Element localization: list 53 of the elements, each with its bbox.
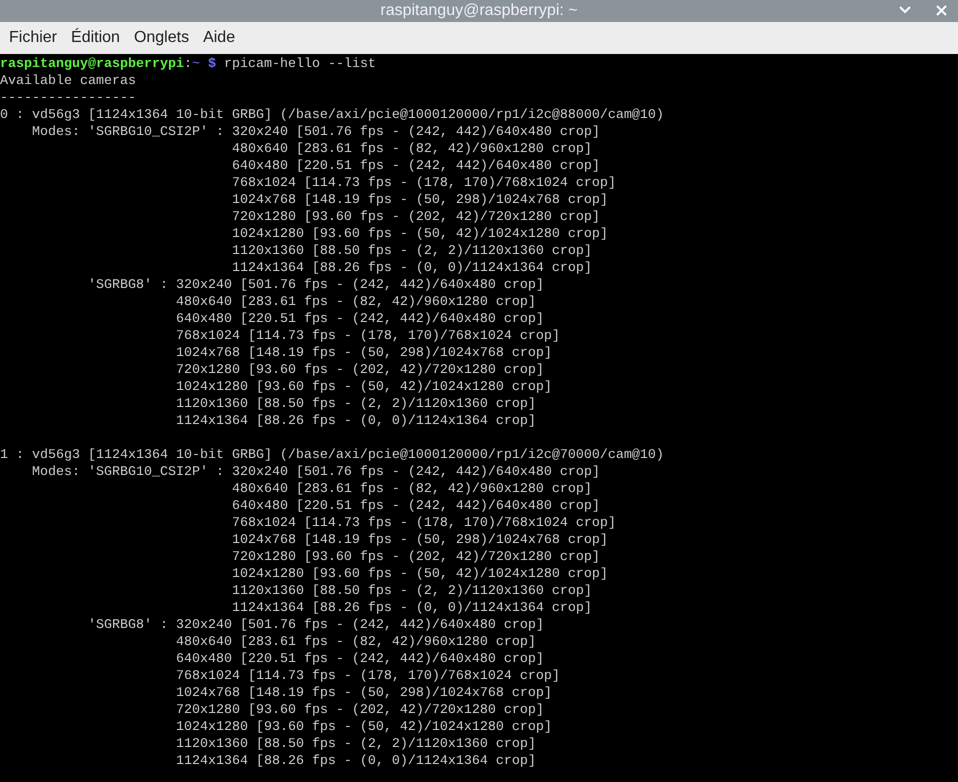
command-text: rpicam-hello --list	[224, 56, 376, 73]
terminal-line: 640x480 [220.51 fps - (242, 442)/640x480 crop]	[176, 312, 544, 327]
terminal-line: 720x1280 [93.60 fps - (202, 42)/720x1280 crop]	[176, 703, 544, 718]
terminal-line: 1024x768 [148.19 fps - (50, 298)/1024x768 crop]	[232, 193, 608, 208]
terminal-line: 768x1024 [114.73 fps - (178, 170)/768x1024 crop]	[176, 329, 560, 344]
terminal-line: 768x1024 [114.73 fps - (178, 170)/768x1024 crop]	[176, 669, 560, 684]
terminal-line: 1 : vd56g3 [1124x1364 10-bit GRBG] (/base/axi/pcie@1000120000/rp1/i2c@70000/cam@10)	[0, 448, 664, 463]
terminal-line: 1120x1360 [88.50 fps - (2, 2)/1120x1360 crop]	[176, 737, 536, 752]
terminal-line: 720x1280 [93.60 fps - (202, 42)/720x1280 crop]	[232, 210, 600, 225]
terminal-line: 768x1024 [114.73 fps - (178, 170)/768x1024 crop]	[232, 176, 616, 191]
close-icon	[936, 4, 946, 16]
terminal-line: 0 : vd56g3 [1124x1364 10-bit GRBG] (/base/axi/pcie@1000120000/rp1/i2c@88000/cam@10)	[0, 108, 664, 123]
terminal-line: 640x480 [220.51 fps - (242, 442)/640x480 crop]	[232, 159, 600, 174]
terminal-line: 1024x1280 [93.60 fps - (50, 42)/1024x1280 crop]	[232, 227, 608, 242]
window-title: raspitanguy@raspberrypi: ~	[380, 1, 578, 21]
terminal-line: 480x640 [283.61 fps - (82, 42)/960x1280 crop]	[232, 142, 592, 157]
menu-item[interactable]: Onglets	[126, 28, 196, 48]
terminal-line: 1120x1360 [88.50 fps - (2, 2)/1120x1360 crop]	[232, 584, 592, 599]
terminal-line: Available cameras	[0, 74, 136, 89]
terminal-line: 640x480 [220.51 fps - (242, 442)/640x480 crop]	[176, 652, 544, 667]
terminal-line: 1024x768 [148.19 fps - (50, 298)/1024x768 crop]	[176, 346, 552, 361]
terminal-line: 480x640 [283.61 fps - (82, 42)/960x1280 crop]	[232, 482, 592, 497]
prompt-path: ~	[192, 56, 200, 73]
terminal-line: 480x640 [283.61 fps - (82, 42)/960x1280 crop]	[176, 295, 536, 310]
terminal-line: 1120x1360 [88.50 fps - (2, 2)/1120x1360 crop]	[176, 397, 536, 412]
terminal-line: 480x640 [283.61 fps - (82, 42)/960x1280 crop]	[176, 635, 536, 650]
terminal-line: 768x1024 [114.73 fps - (178, 170)/768x1024 crop]	[232, 516, 616, 531]
terminal-line: 1124x1364 [88.26 fps - (0, 0)/1124x1364 crop]	[232, 601, 592, 616]
terminal-line: Modes: 'SGRBG10_CSI2P' : 320x240 [501.76 fps - (242, 442)/640x480 crop]	[32, 125, 600, 140]
terminal-line: 1124x1364 [88.26 fps - (0, 0)/1124x1364 crop]	[176, 414, 536, 429]
terminal-line: 640x480 [220.51 fps - (242, 442)/640x480 crop]	[232, 499, 600, 514]
terminal-line: 1124x1364 [88.26 fps - (0, 0)/1124x1364 crop]	[232, 261, 592, 276]
terminal-line: 1024x1280 [93.60 fps - (50, 42)/1024x1280 crop]	[176, 720, 552, 735]
prompt-symbol: $	[206, 56, 217, 73]
terminal-line: 1124x1364 [88.26 fps - (0, 0)/1124x1364 crop]	[176, 754, 536, 769]
menu-item[interactable]: Fichier	[2, 28, 64, 48]
terminal-line: -----------------	[0, 91, 136, 106]
close-button[interactable]	[934, 3, 948, 17]
terminal-line: 1024x1280 [93.60 fps - (50, 42)/1024x1280 crop]	[232, 567, 608, 582]
chevron-down-icon	[899, 6, 911, 14]
terminal-line: 'SGRBG8' : 320x240 [501.76 fps - (242, 442)/640x480 crop]	[88, 618, 544, 633]
terminal-line: 'SGRBG8' : 320x240 [501.76 fps - (242, 442)/640x480 crop]	[88, 278, 544, 293]
terminal-line: 720x1280 [93.60 fps - (202, 42)/720x1280 crop]	[232, 550, 600, 565]
terminal-line: Modes: 'SGRBG10_CSI2P' : 320x240 [501.76 fps - (242, 442)/640x480 crop]	[32, 465, 600, 480]
terminal-line: 1024x768 [148.19 fps - (50, 298)/1024x768 crop]	[232, 533, 608, 548]
terminal-line: 1120x1360 [88.50 fps - (2, 2)/1120x1360 crop]	[232, 244, 592, 259]
menu-item[interactable]: Aide	[196, 28, 242, 48]
prompt-separator: :	[184, 56, 192, 73]
prompt-user-host: raspitanguy@raspberrypi	[0, 56, 184, 73]
terminal-line: 1024x1280 [93.60 fps - (50, 42)/1024x1280 crop]	[176, 380, 552, 395]
terminal-line: 720x1280 [93.60 fps - (202, 42)/720x1280 crop]	[176, 363, 544, 378]
menu-item[interactable]: Édition	[64, 28, 127, 48]
terminal-line: 1024x768 [148.19 fps - (50, 298)/1024x768 crop]	[176, 686, 552, 701]
